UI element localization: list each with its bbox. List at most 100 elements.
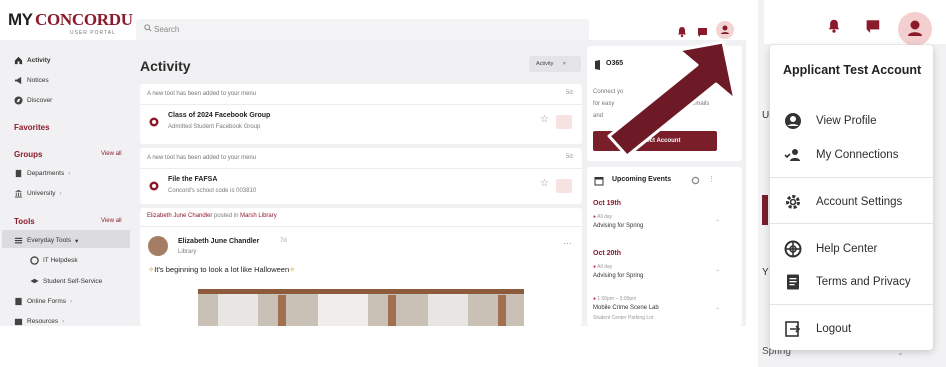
post-image[interactable] — [198, 289, 524, 326]
author-avatar[interactable] — [148, 236, 168, 256]
sparkle-icon: ✧ — [289, 265, 296, 274]
university-icon — [14, 189, 23, 198]
sidebar-item-label: Discover — [27, 97, 53, 104]
event-name[interactable]: Mobile Crime Scene Lab — [593, 305, 659, 311]
event-dot: ● — [593, 296, 597, 302]
logo-portal: USER PORTAL — [70, 30, 116, 36]
more-icon[interactable]: 5d — [566, 154, 573, 160]
library-photo — [198, 289, 524, 326]
event-name[interactable]: Advising for Spring — [593, 273, 643, 279]
groups-view-all-link[interactable]: View all — [101, 151, 122, 157]
divider — [140, 104, 582, 105]
page-title: Activity — [140, 58, 191, 74]
activity-card-facebook: A new tool has been added to your menu 5… — [140, 84, 582, 144]
activity-filter-dropdown[interactable]: Activity ▾ — [529, 56, 581, 72]
sidebar-item-notices[interactable]: Notices — [14, 76, 49, 85]
sidebar-item-activity[interactable]: Activity — [14, 56, 50, 65]
post-time: 7d — [280, 238, 287, 244]
post-text: ✧It's beginning to look a lot like Hallo… — [148, 265, 295, 274]
office-icon — [595, 60, 600, 70]
connections-icon — [784, 146, 802, 164]
logo-brand: CONCORDU — [35, 10, 133, 29]
star-icon[interactable]: ☆ — [540, 178, 549, 189]
screenshot-root: MY CONCORDU USER PORTAL Search Activity — [0, 0, 946, 367]
activity-card-fafsa: A new tool has been added to your menu 5… — [140, 148, 582, 204]
logo-my: MY — [8, 10, 33, 29]
add-to-menu-icon[interactable] — [556, 115, 572, 129]
sidebar-item-label: IT Helpdesk — [43, 257, 78, 264]
menu-item-view-profile[interactable]: View Profile — [784, 112, 877, 130]
card-title[interactable]: Class of 2024 Facebook Group — [168, 112, 270, 119]
menu-item-terms-and-privacy[interactable]: Terms and Privacy — [784, 273, 911, 291]
user-avatar-button[interactable] — [716, 21, 734, 39]
star-icon[interactable]: ☆ — [540, 114, 549, 125]
event-meta-text: 1:00pm – 3:00pm — [597, 296, 637, 302]
menu-icon — [14, 237, 23, 244]
lifebuoy-icon — [30, 256, 39, 265]
chevron-right-icon: › — [62, 318, 65, 325]
menu-item-account-settings[interactable]: Account Settings — [784, 193, 902, 211]
tools-view-all-link[interactable]: View all — [101, 218, 122, 224]
sidebar-item-resources[interactable]: Resources › — [14, 317, 64, 326]
logo[interactable]: MY CONCORDU USER PORTAL — [8, 10, 133, 36]
post-place-link[interactable]: Marsh Library — [240, 213, 277, 219]
menu-item-my-connections[interactable]: My Connections — [784, 146, 898, 164]
behind-letter-u: U — [762, 110, 770, 121]
chevron-icon[interactable]: ⌃ — [715, 269, 720, 276]
sidebar-item-student-self-service[interactable]: Student Self-Service — [30, 277, 102, 286]
card-title[interactable]: File the FAFSA — [168, 176, 217, 183]
more-vert-icon[interactable]: ⋮ — [708, 175, 715, 183]
event-date: Oct 20th — [593, 250, 622, 257]
chevron-icon[interactable]: ⌃ — [715, 307, 720, 314]
globe-link-icon — [149, 181, 159, 191]
search-icon — [144, 24, 152, 32]
user-avatar-button[interactable] — [898, 12, 932, 46]
logout-icon — [784, 320, 802, 338]
post-author[interactable]: Elizabeth June Chandler — [178, 238, 259, 245]
activity-filter-label: Activity — [536, 61, 554, 67]
home-icon — [14, 56, 23, 65]
sidebar-item-departments[interactable]: Departments › — [14, 169, 70, 178]
bell-icon[interactable] — [826, 17, 842, 35]
event-dot: ● — [593, 264, 597, 270]
sidebar-item-label: Student Self-Service — [43, 278, 103, 285]
sidebar-item-university[interactable]: University › — [14, 189, 62, 198]
user-icon — [908, 20, 922, 36]
post-user-link[interactable]: Elizabeth June Chandler — [147, 213, 212, 219]
sidebar-item-online-forms[interactable]: Online Forms › — [14, 297, 72, 306]
card-subtitle: Admitted Student Facebook Group — [168, 124, 261, 130]
caret-down-icon: ▾ — [74, 237, 79, 245]
post-note: Elizabeth June Chandler posted in Marsh … — [147, 213, 277, 219]
menu-item-help-center[interactable]: Help Center — [784, 240, 877, 258]
caret-down-icon: ▾ — [562, 61, 566, 67]
chat-icon[interactable] — [696, 25, 710, 39]
account-name: Applicant Test Account — [783, 63, 922, 77]
favorites-heading: Favorites — [14, 123, 50, 132]
behind-red-bar — [762, 195, 768, 225]
event-meta-text: All day — [597, 214, 613, 220]
event-name[interactable]: Advising for Spring — [593, 223, 643, 229]
account-circle-icon — [784, 112, 802, 130]
menu-item-logout[interactable]: Logout — [784, 320, 851, 338]
add-to-menu-icon[interactable] — [556, 179, 572, 193]
menu-item-label: Terms and Privacy — [816, 276, 911, 288]
sidebar-item-it-helpdesk[interactable]: IT Helpdesk — [30, 256, 78, 265]
sidebar-item-discover[interactable]: Discover — [14, 96, 52, 105]
search-input[interactable]: Search — [136, 19, 589, 41]
chat-icon[interactable] — [865, 18, 882, 34]
post-note-mid: posted in — [212, 213, 241, 219]
more-icon[interactable]: 5d — [566, 90, 573, 96]
event-meta: ● 1:00pm – 3:00pm — [593, 296, 636, 302]
chevron-icon[interactable]: ⌃ — [715, 219, 720, 226]
megaphone-icon — [14, 76, 22, 85]
menu-divider — [770, 177, 933, 178]
events-title: Upcoming Events — [612, 176, 672, 183]
gear-icon — [784, 193, 802, 211]
sidebar-item-everyday-tools[interactable]: Everyday Tools ▾ — [14, 236, 78, 245]
more-options-icon[interactable]: ⋯ — [563, 238, 572, 249]
globe-link-icon — [149, 117, 159, 127]
card-note: A new tool has been added to your menu — [147, 91, 257, 97]
event-date: Oct 19th — [593, 200, 622, 207]
bell-icon[interactable] — [675, 25, 689, 39]
settings-icon[interactable] — [691, 176, 700, 185]
